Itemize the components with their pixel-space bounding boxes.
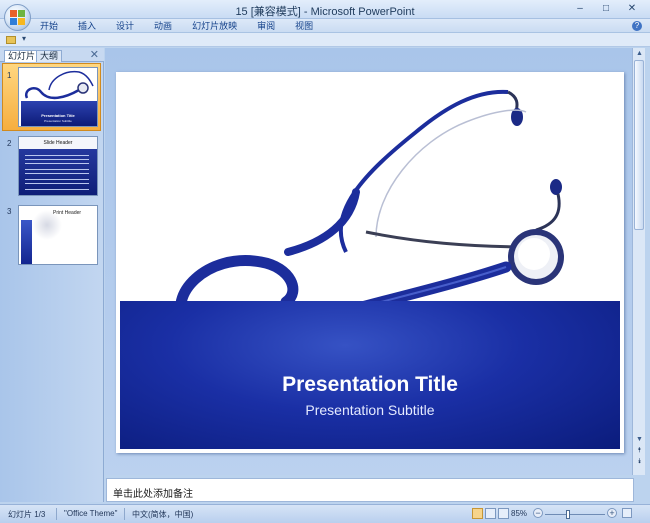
zoom-level[interactable]: 85% [511, 509, 527, 518]
fit-to-window-icon[interactable] [622, 508, 632, 518]
zoom-slider[interactable] [545, 514, 605, 515]
vertical-scrollbar[interactable]: ▲ ▼ ⯭ ⯯ [632, 48, 645, 475]
notes-pane[interactable]: 单击此处添加备注 [106, 478, 634, 502]
help-icon[interactable]: ? [632, 21, 642, 31]
close-button[interactable]: ✕ [620, 2, 644, 16]
tab-outline[interactable]: 大纲 [36, 50, 63, 62]
maximize-button[interactable]: □ [594, 2, 618, 16]
text-line [25, 155, 89, 156]
slide-thumbnail-3[interactable]: Print Header [18, 205, 98, 265]
text-line [25, 169, 89, 170]
tab-home[interactable]: 开始 [40, 20, 58, 32]
slideshow-icon[interactable] [498, 508, 509, 519]
language-indicator[interactable]: 中文(简体，中国) [132, 509, 193, 520]
status-divider [56, 508, 57, 520]
tab-slides[interactable]: 幻灯片 [4, 50, 40, 62]
thumbnail-subtitle: Presentation Subtitle [44, 119, 72, 123]
previous-slide-icon[interactable]: ⯭ [634, 447, 645, 455]
window-title: 15 [兼容模式] - Microsoft PowerPoint [235, 6, 415, 18]
status-divider [124, 508, 125, 520]
ribbon-tab-bar: 开始 插入 设计 动画 幻灯片放映 审阅 视图 ? [0, 19, 650, 33]
slide-number-2: 2 [7, 139, 12, 148]
theme-name[interactable]: "Office Theme" [64, 509, 117, 518]
tab-slideshow[interactable]: 幻灯片放映 [192, 20, 237, 32]
panel-tabs: 幻灯片 大纲 ✕ [0, 48, 104, 62]
status-bar: 幻灯片 1/3 "Office Theme" 中文(简体，中国) 85% − + [0, 504, 650, 523]
text-line [25, 173, 89, 174]
slide-title[interactable]: Presentation Title [116, 373, 624, 397]
office-logo-icon [10, 10, 25, 25]
scroll-down-arrow-icon[interactable]: ▼ [634, 436, 645, 443]
slide-thumbnail-2[interactable]: Slide Header [18, 136, 98, 196]
slide-number-1: 1 [7, 71, 12, 80]
quick-access-toolbar: ▾ [0, 33, 650, 47]
thumbnail-title: Print Header [53, 210, 82, 216]
stethoscope-icon [24, 70, 94, 100]
tab-view[interactable]: 视图 [295, 20, 313, 32]
slide-editing-area: Presentation Title Presentation Subtitle [105, 48, 632, 475]
zoom-out-icon[interactable]: − [533, 508, 543, 518]
text-line [25, 189, 89, 190]
tab-insert[interactable]: 插入 [78, 20, 96, 32]
slide-count: 幻灯片 1/3 [8, 510, 46, 519]
text-line [25, 179, 89, 180]
text-line [25, 183, 89, 184]
slide-sorter-icon[interactable] [485, 508, 496, 519]
text-line [25, 159, 89, 160]
tab-review[interactable]: 审阅 [257, 20, 275, 32]
office-button[interactable] [4, 4, 31, 31]
scroll-up-arrow-icon[interactable]: ▲ [634, 50, 645, 57]
current-slide[interactable]: Presentation Title Presentation Subtitle [116, 72, 624, 453]
thumbnail-title: Presentation Title [41, 113, 75, 118]
title-bar: 15 [兼容模式] - Microsoft PowerPoint – □ ✕ [0, 0, 650, 19]
slide-subtitle[interactable]: Presentation Subtitle [116, 402, 624, 418]
slide-number-3: 3 [7, 207, 12, 216]
thumbnail-side-band [21, 220, 32, 264]
zoom-slider-knob[interactable] [566, 510, 570, 519]
minimize-button[interactable]: – [568, 2, 592, 16]
thumbnail-title: Slide Header [43, 140, 73, 146]
slides-panel: 幻灯片 大纲 ✕ 1 Presentation Title Presentati… [0, 48, 104, 502]
close-panel-icon[interactable]: ✕ [90, 48, 99, 61]
qat-customize-icon[interactable]: ▾ [22, 34, 26, 43]
normal-view-icon[interactable] [472, 508, 483, 519]
slide-thumbnail-1[interactable]: Presentation Title Presentation Subtitle [18, 67, 98, 127]
scroll-thumb[interactable] [634, 60, 644, 230]
next-slide-icon[interactable]: ⯯ [634, 458, 645, 466]
zoom-in-icon[interactable]: + [607, 508, 617, 518]
open-folder-icon[interactable] [6, 36, 16, 44]
tab-design[interactable]: 设计 [116, 20, 134, 32]
window-controls: – □ ✕ [568, 2, 644, 16]
text-line [25, 163, 89, 164]
notes-placeholder[interactable]: 单击此处添加备注 [113, 485, 193, 500]
tab-animations[interactable]: 动画 [154, 20, 172, 32]
